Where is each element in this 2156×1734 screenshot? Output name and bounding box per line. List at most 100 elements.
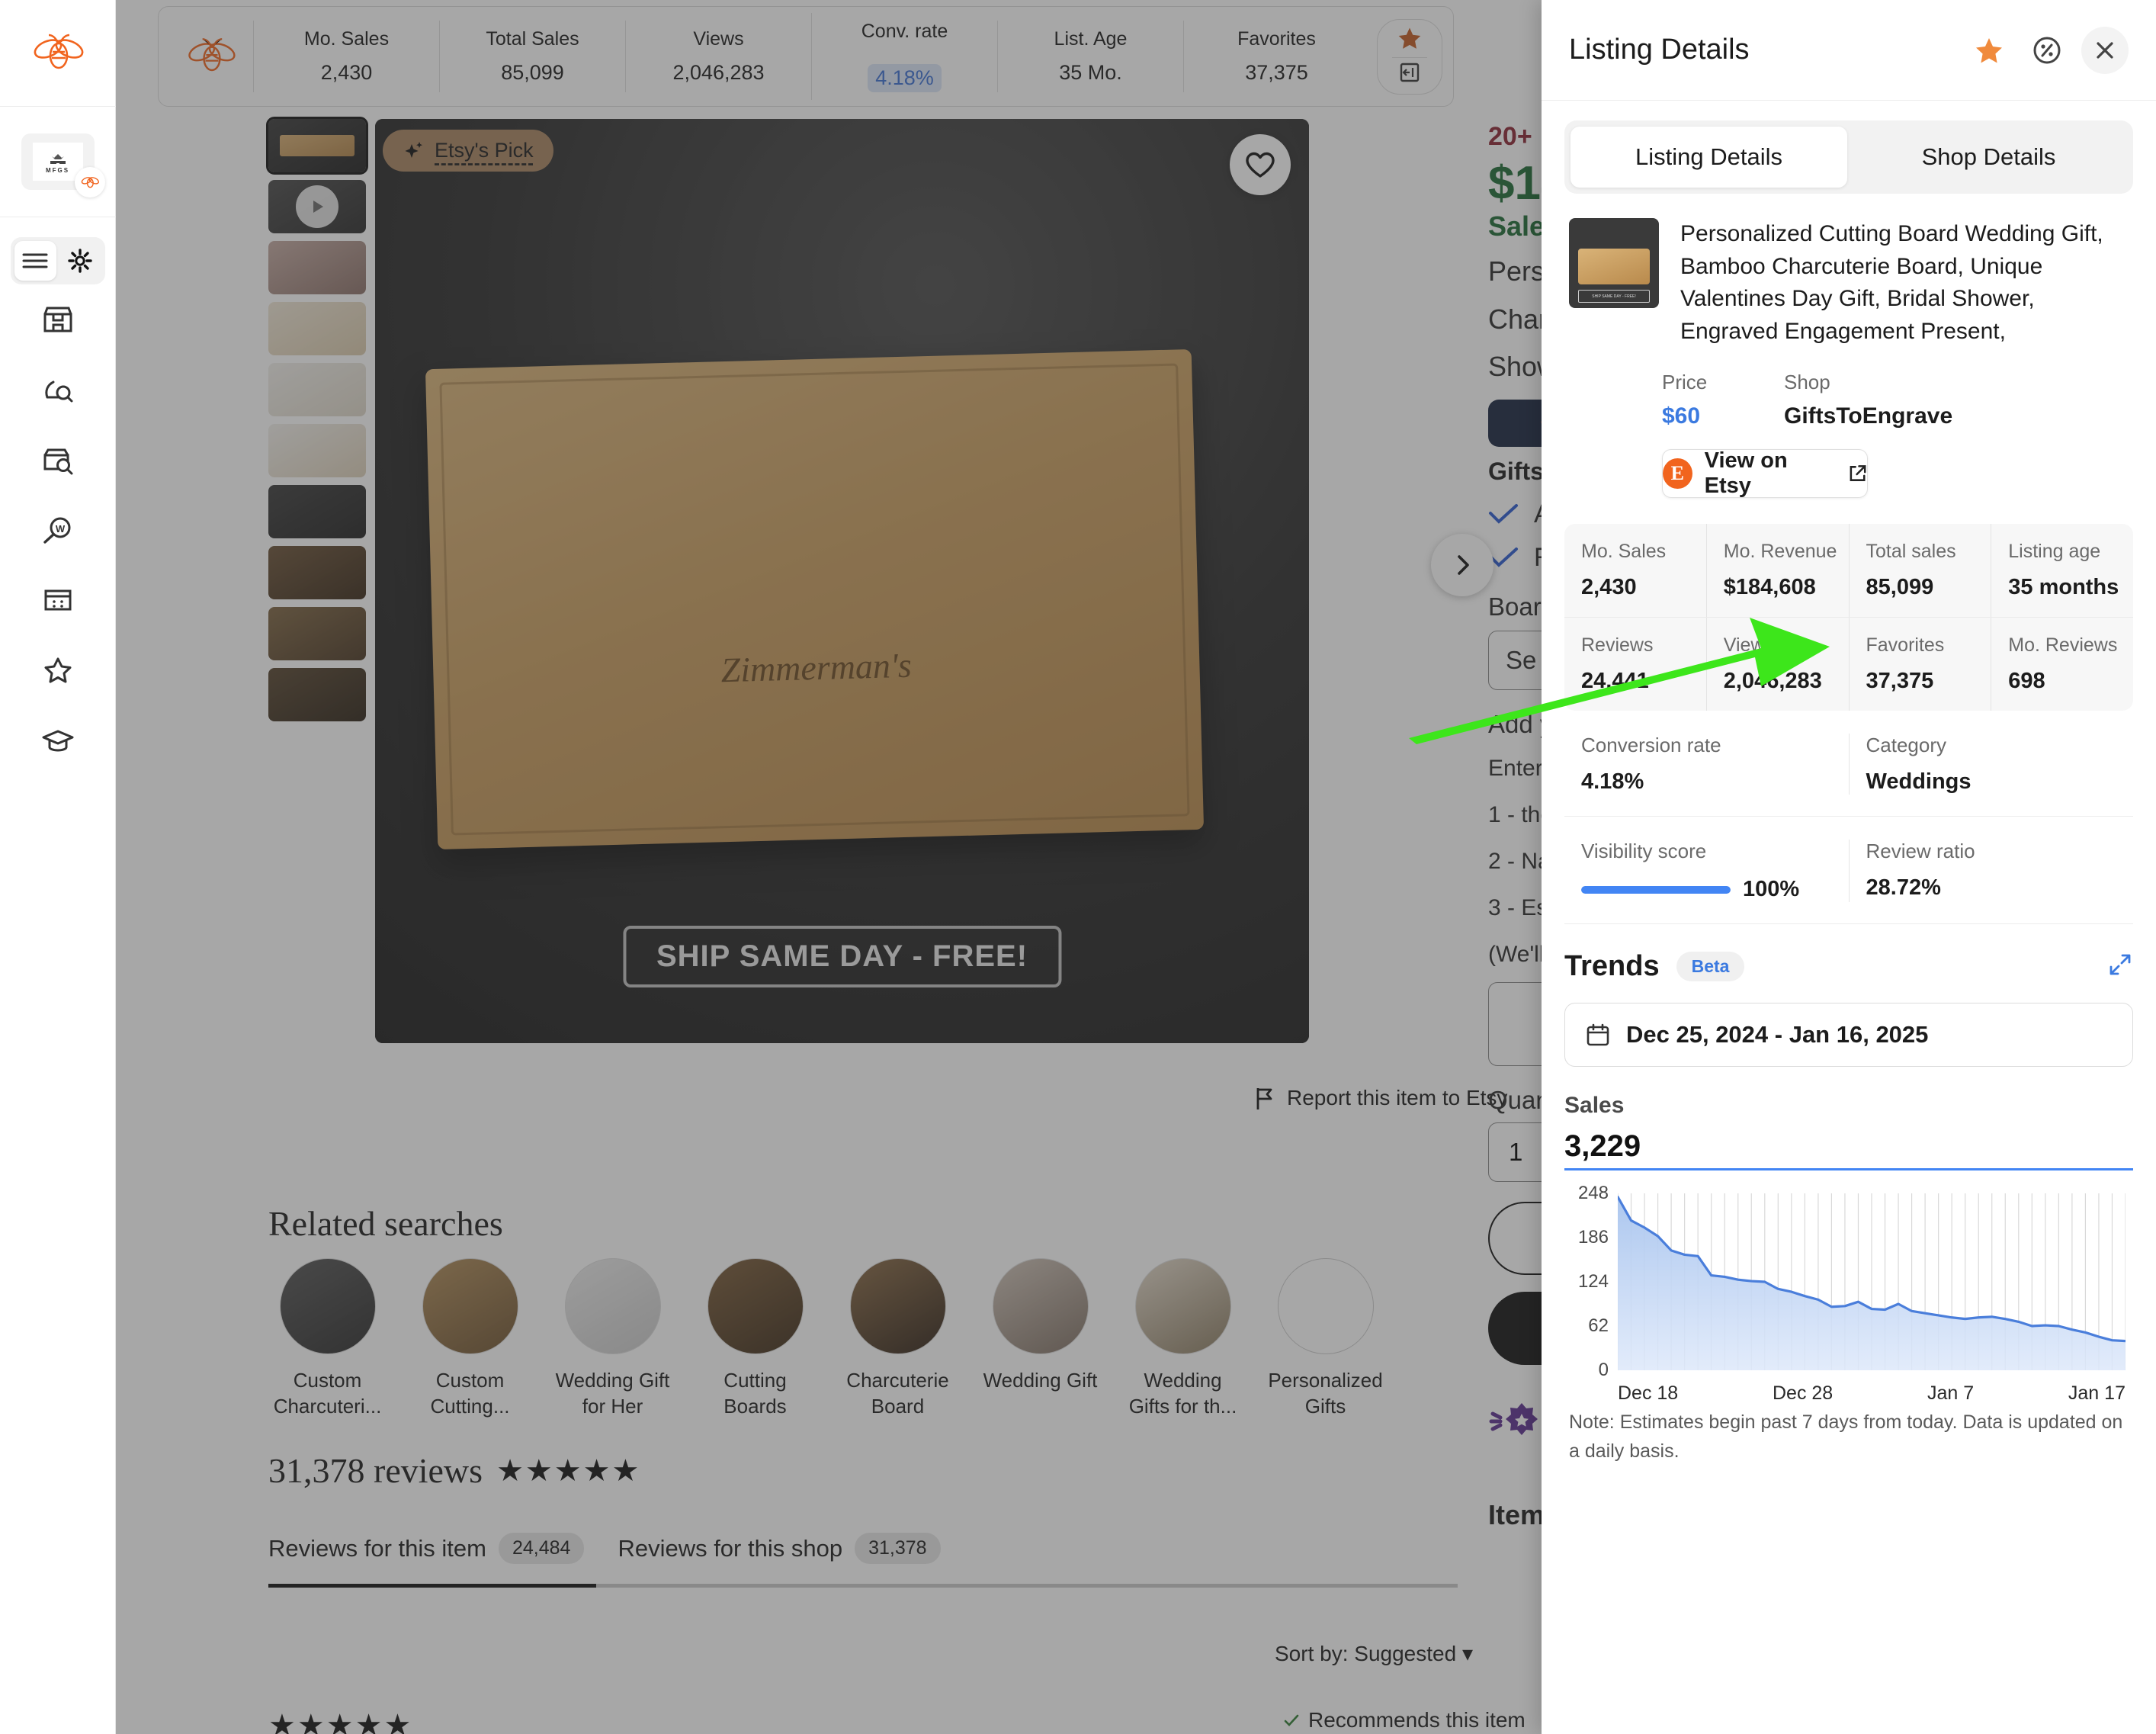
reviews-stars: ★★★★★	[496, 1453, 641, 1488]
trends-sales-value: 3,229	[1564, 1129, 1641, 1164]
app-logo[interactable]	[0, 0, 116, 107]
thumbnail-4[interactable]	[268, 302, 366, 355]
related-item[interactable]: Custom Charcuteri...	[268, 1258, 387, 1420]
metric-value: 2,430	[1581, 575, 1637, 600]
kv-visibility-score: Visibility score 100%	[1564, 840, 1849, 902]
gear-icon[interactable]	[59, 241, 101, 281]
star-filled-icon[interactable]	[1965, 27, 2013, 74]
gallery-next-button[interactable]	[1431, 534, 1493, 596]
metric-mo-reviews: Mo. Reviews 698	[1991, 618, 2133, 711]
expand-icon[interactable]	[2107, 952, 2133, 981]
related-label: Wedding Gift	[983, 1369, 1098, 1392]
sort-by-dropdown[interactable]: Sort by: Suggested ▾	[1275, 1641, 1473, 1666]
panel-header: Listing Details	[1542, 0, 2156, 101]
chart-y-tick: 248	[1577, 1183, 1609, 1204]
shop-switcher[interactable]: MFGS	[0, 107, 116, 217]
related-item[interactable]: Custom Cutting...	[411, 1258, 529, 1420]
thumbnail-2[interactable]	[268, 180, 366, 233]
sales-trend-chart: 0 62 124 186 248 Dec 18 Dec 28 Jan 7 Jan 17	[1564, 1183, 2133, 1404]
date-range-label: Dec 25, 2024 - Jan 16, 2025	[1626, 1021, 1929, 1048]
price-label: Price	[1662, 371, 1708, 394]
visibility-progress-fill	[1581, 885, 1731, 894]
sidebar-item-favorites[interactable]	[0, 635, 116, 705]
chart-y-tick: 0	[1598, 1360, 1609, 1381]
shop-chip[interactable]: MFGS	[21, 133, 105, 197]
etsys-pick-badge[interactable]: Etsy's Pick	[383, 130, 553, 172]
related-item[interactable]: Wedding Gifts for th...	[1124, 1258, 1242, 1420]
left-sidebar: MFGS W	[0, 0, 116, 1734]
sidebar-item-shop-search[interactable]	[0, 425, 116, 495]
stat-label: List. Age	[1054, 28, 1128, 50]
divider	[1392, 56, 1427, 58]
related-item[interactable]: Personalized Gifts	[1266, 1258, 1384, 1420]
product-thumbnail: SHIP SAME DAY - FREE!	[1569, 218, 1659, 308]
metric-label: Total sales	[1866, 541, 1956, 563]
kv-value: Weddings	[1866, 769, 1972, 795]
chevron-down-icon: ▾	[1461, 1642, 1473, 1665]
stat-value: 2,430	[320, 61, 373, 84]
date-range-picker[interactable]: Dec 25, 2024 - Jan 16, 2025	[1564, 1003, 2133, 1068]
related-item[interactable]: Cutting Boards	[696, 1258, 814, 1420]
metric-label: Mo. Sales	[1581, 541, 1667, 563]
tab-listing-details[interactable]: Listing Details	[1570, 127, 1847, 188]
shop-value: GiftsToEngrave	[1784, 403, 1953, 429]
sidebar-item-product-search[interactable]	[0, 355, 116, 425]
chart-y-tick: 186	[1577, 1227, 1609, 1248]
shop-search-icon	[43, 448, 72, 475]
thumbnail-5[interactable]	[268, 363, 366, 416]
stat-label: Mo. Sales	[303, 28, 390, 50]
thumbnail-9[interactable]	[268, 607, 366, 660]
product-title: Personalized Cutting Board Wedding Gift,…	[1680, 221, 2103, 344]
cutting-board-graphic: Zimmerman's	[425, 349, 1204, 850]
thumbnail-6[interactable]	[268, 424, 366, 477]
reviews-tabs: Reviews for this item 24,484 Reviews for…	[268, 1533, 941, 1564]
thumbnail-8[interactable]	[268, 546, 366, 599]
stat-value: 35 Mo.	[1059, 61, 1122, 84]
chart-x-tick: Jan 7	[1927, 1382, 1975, 1405]
related-label: Wedding Gift for Her	[555, 1369, 670, 1418]
view-on-etsy-label: View on Etsy	[1704, 448, 1788, 499]
tab-label: Reviews for this item	[268, 1534, 486, 1562]
related-item[interactable]: Wedding Gift	[981, 1258, 1099, 1420]
related-thumb	[1277, 1258, 1374, 1354]
chart-y-tick: 62	[1588, 1315, 1609, 1337]
play-icon	[296, 185, 338, 228]
stat-list-age: List. Age 35 Mo.	[997, 21, 1183, 92]
chart-y-tick: 124	[1577, 1271, 1609, 1292]
hero-product-image[interactable]: Zimmerman's SHIP SAME DAY - FREE!	[375, 119, 1309, 1043]
thumbnail-1[interactable]	[266, 117, 368, 175]
thumbnail-10[interactable]	[268, 668, 366, 721]
shop-chip-label: MFGS	[45, 166, 70, 174]
menu-icon[interactable]	[14, 241, 56, 281]
sidebar-item-learn[interactable]	[0, 705, 116, 775]
shop-avatar: MFGS	[32, 143, 83, 181]
favorite-button[interactable]	[1230, 134, 1291, 195]
sidebar-item-storefront[interactable]	[0, 284, 116, 355]
collapse-panel-icon[interactable]	[1398, 61, 1421, 88]
trends-header: Trends Beta	[1564, 950, 2133, 983]
thumb-board	[1577, 249, 1651, 285]
related-item[interactable]: Charcuterie Board	[839, 1258, 957, 1420]
tab-shop-details[interactable]: Shop Details	[1850, 127, 2127, 188]
star-outline-icon	[44, 657, 71, 683]
view-on-etsy-button[interactable]: E View on Etsy	[1662, 448, 1868, 499]
sidebar-item-calculator[interactable]	[0, 565, 116, 635]
metric-value: 37,375	[1866, 669, 1934, 694]
report-item-link[interactable]: Report this item to Etsy	[1253, 1086, 1507, 1110]
sidebar-item-keyword-search[interactable]: W	[0, 495, 116, 565]
external-link-icon	[1850, 465, 1866, 482]
thumbnail-7[interactable]	[268, 485, 366, 538]
percent-circle-icon[interactable]	[2023, 27, 2071, 74]
trends-sales-rule	[1564, 1168, 2133, 1171]
tab-count: 31,378	[855, 1533, 941, 1564]
heart-outline-icon	[1246, 152, 1275, 178]
tab-reviews-for-item[interactable]: Reviews for this item 24,484	[268, 1533, 585, 1564]
trends-title: Trends	[1564, 950, 1660, 983]
thumbnail-3[interactable]	[268, 241, 366, 294]
related-item[interactable]: Wedding Gift for Her	[553, 1258, 672, 1420]
star-filled-icon[interactable]	[1397, 26, 1423, 54]
chart-note: Note: Estimates begin past 7 days from t…	[1569, 1411, 2123, 1462]
sidebar-mode-switch[interactable]	[10, 237, 105, 284]
tab-reviews-for-shop[interactable]: Reviews for this shop 31,378	[618, 1533, 941, 1564]
close-icon[interactable]	[2081, 26, 2129, 74]
